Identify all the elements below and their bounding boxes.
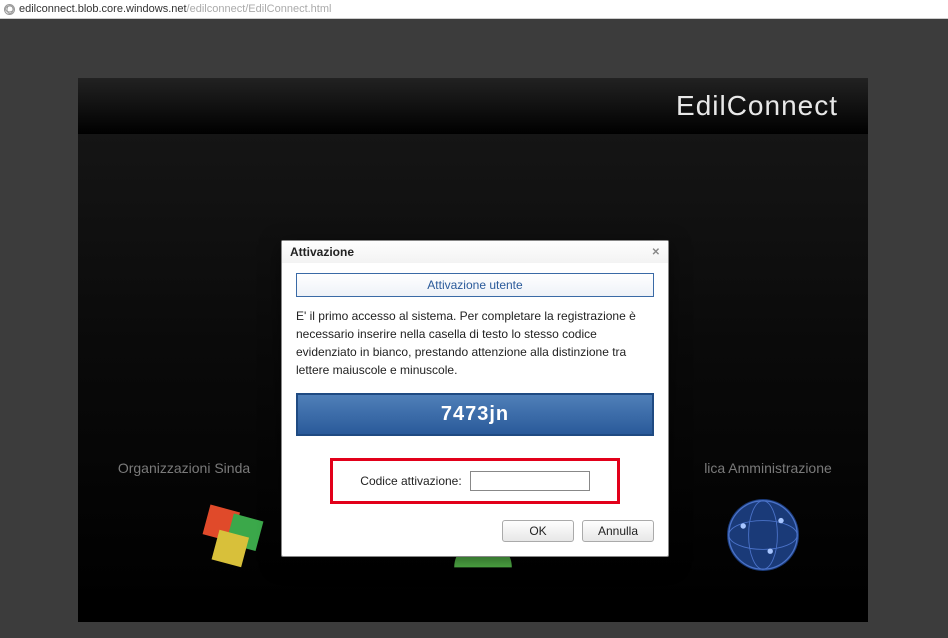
ok-button[interactable]: OK [502, 520, 574, 542]
url-path: /edilconnect/EdilConnect.html [187, 3, 332, 15]
dialog-buttons: OK Annulla [296, 520, 654, 542]
address-bar[interactable]: edilconnect.blob.core.windows.net /edilc… [0, 0, 948, 19]
brand-header: EdilConnect [78, 78, 868, 134]
close-icon[interactable]: ✕ [652, 247, 660, 258]
activation-code-display: 7473jn [296, 393, 654, 436]
dialog-body: Attivazione utente E' il primo accesso a… [282, 263, 668, 556]
cancel-button[interactable]: Annulla [582, 520, 654, 542]
brand-title: EdilConnect [676, 90, 838, 121]
globe-icon [4, 4, 15, 15]
bg-label-left: Organizzazioni Sinda [84, 460, 284, 476]
section-header: Attivazione utente [296, 273, 654, 297]
app-content: Organizzazioni Sinda lica Amministrazion… [78, 134, 868, 604]
blocks-icon [188, 490, 278, 580]
dialog-title-text: Attivazione [290, 245, 354, 259]
url-host: edilconnect.blob.core.windows.net [19, 3, 187, 15]
dialog-titlebar: Attivazione ✕ [282, 241, 668, 263]
activation-dialog: Attivazione ✕ Attivazione utente E' il p… [281, 240, 669, 557]
activation-field-highlight: Codice attivazione: [330, 458, 620, 504]
globe-big-icon [718, 490, 808, 580]
footer-links [78, 586, 868, 604]
activation-field-label: Codice attivazione: [360, 474, 461, 488]
activation-code-input[interactable] [470, 471, 590, 491]
app-stage: EdilConnect Organizzazioni Sinda lica Am… [78, 78, 868, 622]
bg-label-right: lica Amministrazione [668, 460, 868, 476]
dialog-message: E' il primo accesso al sistema. Per comp… [296, 307, 654, 379]
